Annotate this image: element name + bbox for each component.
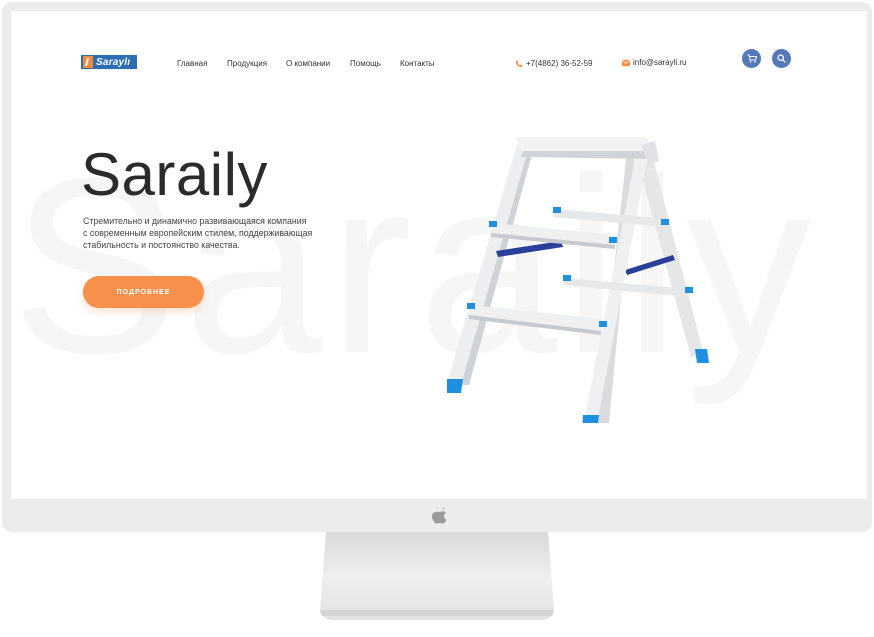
- header-phone[interactable]: +7(4862) 36-52-59: [515, 59, 593, 68]
- nav-item-help[interactable]: Помощь: [350, 59, 400, 68]
- header-email[interactable]: info@sarayli.ru: [622, 58, 686, 67]
- main-nav: Главная Продукция О компании Помощь Конт…: [177, 59, 435, 68]
- apple-icon: [432, 507, 447, 524]
- monitor-stand: [320, 532, 554, 620]
- logo-s-icon: [83, 56, 93, 68]
- brand-logo[interactable]: Saraylı: [81, 55, 137, 69]
- nav-item-products[interactable]: Продукция: [227, 59, 286, 68]
- nav-item-contacts[interactable]: Контакты: [400, 59, 435, 68]
- search-button[interactable]: [772, 49, 791, 68]
- hero-title: Saraily: [81, 141, 268, 208]
- phone-icon: [515, 60, 523, 67]
- logo-text: Saraylı: [96, 56, 131, 68]
- stepladder-image: [447, 137, 709, 423]
- email-address: info@sarayli.ru: [633, 58, 687, 67]
- monitor-frame: Saraily Saraylı Главная Продукция О комп…: [2, 2, 872, 532]
- phone-number: +7(4862) 36-52-59: [526, 59, 593, 68]
- mail-icon: [622, 59, 630, 66]
- website-screen: Saraily Saraylı Главная Продукция О комп…: [11, 11, 867, 499]
- search-icon: [777, 54, 786, 63]
- nav-item-about[interactable]: О компании: [286, 59, 350, 68]
- cart-icon: [747, 54, 757, 63]
- more-button[interactable]: ПОДРОБНЕЕ: [83, 276, 204, 308]
- cart-button[interactable]: [742, 49, 761, 68]
- hero-description: Стремительно и динамично развивающаяся к…: [83, 216, 313, 250]
- nav-item-home[interactable]: Главная: [177, 59, 227, 68]
